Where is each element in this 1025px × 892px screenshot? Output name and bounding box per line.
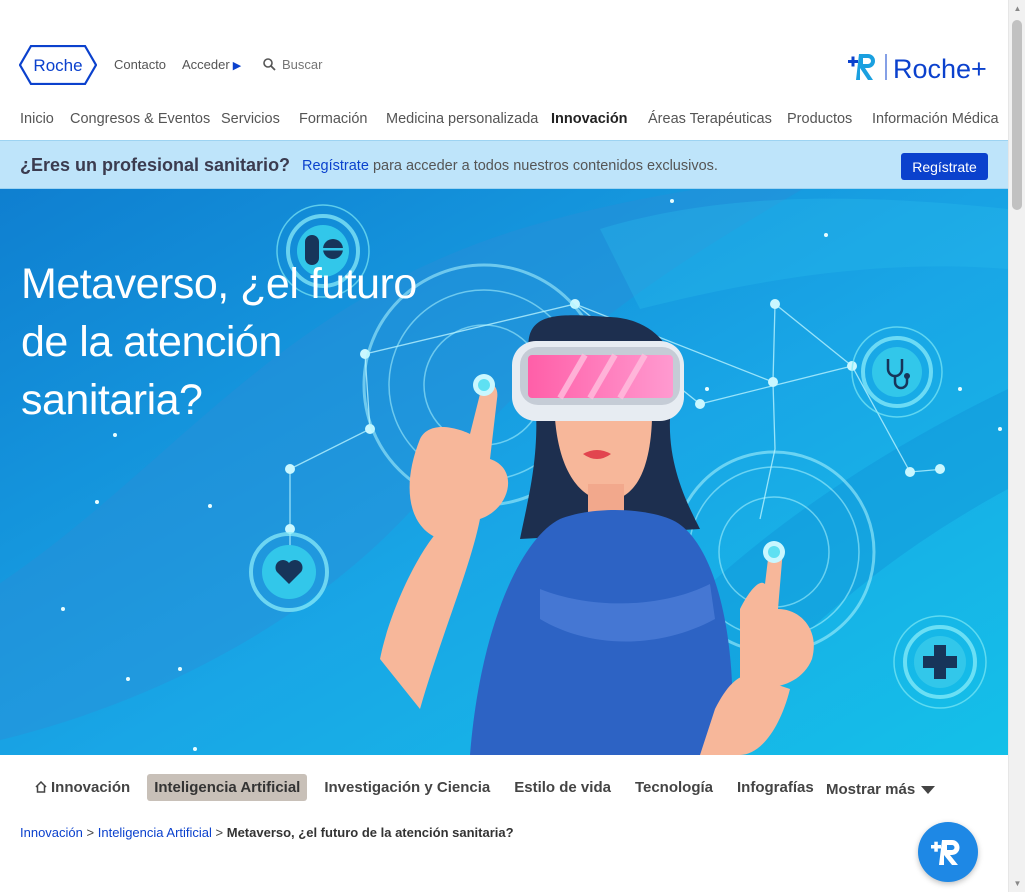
page-scrollbar[interactable]: ▲ ▼ xyxy=(1008,0,1025,892)
tab-investigacion-ciencia[interactable]: Investigación y Ciencia xyxy=(317,774,497,801)
tab-tecnologia[interactable]: Tecnología xyxy=(628,774,720,801)
nav-item-medicina-personalizada[interactable]: Medicina personalizada xyxy=(386,111,551,127)
breadcrumb-separator: > xyxy=(86,825,95,840)
search-input[interactable] xyxy=(282,57,362,72)
acceder-link[interactable]: Acceder ▶ xyxy=(182,57,241,72)
tab-estilo-de-vida[interactable]: Estilo de vida xyxy=(507,774,618,801)
breadcrumb-innovacion[interactable]: Innovación xyxy=(20,825,83,840)
banner-register-link[interactable]: Regístrate xyxy=(302,158,369,174)
hero-title-line2: de la atención xyxy=(21,318,282,366)
hero-title-line1: Metaverso, ¿el futuro xyxy=(21,260,417,308)
banner-text: Regístrate para acceder a todos nuestros… xyxy=(302,158,718,174)
tab-inteligencia-artificial[interactable]: Inteligencia Artificial xyxy=(147,773,308,801)
breadcrumb-separator: > xyxy=(215,825,224,840)
rocheplus-logo-text: Roche+ xyxy=(893,54,986,84)
nav-item-formacion[interactable]: Formación xyxy=(299,111,386,127)
breadcrumb-inteligencia-artificial[interactable]: Inteligencia Artificial xyxy=(98,825,212,840)
registration-banner: ¿Eres un profesional sanitario? Regístra… xyxy=(0,140,1008,189)
category-tabs: Innovación Inteligencia Artificial Inves… xyxy=(28,772,831,802)
nav-item-areas-terapeuticas[interactable]: Áreas Terapéuticas xyxy=(648,111,787,127)
caret-right-icon: ▶ xyxy=(232,60,242,72)
rocheplus-chat-icon xyxy=(931,840,960,865)
roche-logo-text: Roche xyxy=(33,56,82,75)
main-nav: Inicio Congresos & Eventos Servicios For… xyxy=(20,111,999,127)
rocheplus-chat-button[interactable] xyxy=(918,822,978,882)
tab-innovacion[interactable]: Innovación xyxy=(28,774,137,801)
breadcrumb-current: Metaverso, ¿el futuro de la atención san… xyxy=(226,825,514,840)
home-icon xyxy=(35,781,47,793)
register-button[interactable]: Regístrate xyxy=(901,153,988,180)
chevron-down-icon xyxy=(921,785,936,794)
heart-icon-ring xyxy=(249,532,329,612)
roche-logo[interactable]: Roche xyxy=(19,45,97,85)
scroll-up-arrow[interactable]: ▲ xyxy=(1009,0,1025,17)
nav-item-innovacion[interactable]: Innovación xyxy=(551,111,648,127)
hero-title-line3: sanitaria? xyxy=(21,376,203,424)
show-more-label: Mostrar más xyxy=(826,781,916,798)
tab-infografias[interactable]: Infografías xyxy=(730,774,821,801)
nav-item-congresos[interactable]: Congresos & Eventos xyxy=(70,111,221,127)
hero-title: Metaverso, ¿el futuro de la atención san… xyxy=(21,255,461,429)
nav-item-productos[interactable]: Productos xyxy=(787,111,872,127)
contacto-link[interactable]: Contacto xyxy=(114,57,166,72)
banner-question: ¿Eres un profesional sanitario? xyxy=(20,155,291,175)
site-header: Roche Contacto Acceder▶ Roche+ Inicio Co… xyxy=(0,0,1008,140)
nav-item-servicios[interactable]: Servicios xyxy=(221,111,299,127)
search-box[interactable] xyxy=(263,57,362,72)
nav-item-inicio[interactable]: Inicio xyxy=(20,111,70,127)
tab-innovacion-label: Innovación xyxy=(51,778,131,796)
show-more-button[interactable]: Mostrar más xyxy=(826,781,936,798)
search-icon xyxy=(263,58,276,71)
breadcrumb: Innovación > Inteligencia Artificial > M… xyxy=(20,825,514,840)
rocheplus-logo[interactable]: Roche+ xyxy=(846,48,986,84)
banner-description: para acceder a todos nuestros contenidos… xyxy=(372,158,718,174)
scroll-down-arrow[interactable]: ▼ xyxy=(1009,875,1025,892)
nav-item-informacion-medica[interactable]: Información Médica xyxy=(872,111,999,127)
hero-image: Metaverso, ¿el futuro de la atención san… xyxy=(0,189,1008,755)
scroll-thumb[interactable] xyxy=(1012,20,1022,210)
acceder-label: Acceder xyxy=(182,57,230,72)
